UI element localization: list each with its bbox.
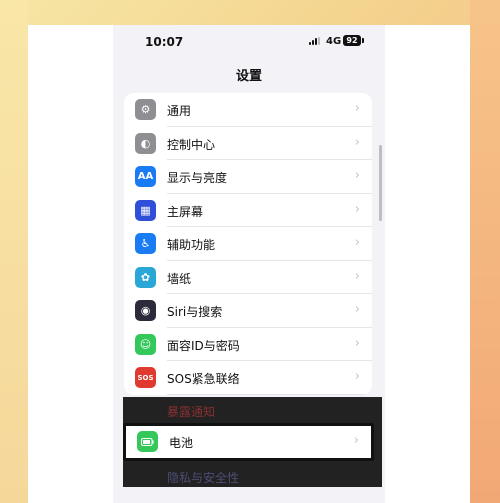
- home-screen-icon: ▦: [135, 199, 156, 221]
- network-label: 4G: [326, 36, 342, 47]
- sos-icon: SOS: [135, 367, 156, 388]
- settings-row-label: Siri与搜索: [167, 305, 223, 319]
- dimmed-row-above: 暴露通知: [167, 405, 216, 419]
- gear-icon: ⚙: [135, 99, 156, 120]
- control-center-icon: ◐: [135, 132, 156, 154]
- scrollbar[interactable]: [379, 145, 382, 221]
- chevron-right-icon: ›: [354, 101, 360, 116]
- settings-row-label: 墙纸: [167, 271, 192, 286]
- settings-row[interactable]: ⚙ 通用 ›: [124, 93, 372, 127]
- chevron-right-icon: ›: [354, 168, 360, 183]
- settings-row-label: 辅助功能: [167, 238, 216, 252]
- settings-row-label: SOS紧急联络: [167, 372, 240, 386]
- settings-row[interactable]: ◉ Siri与搜索 ›: [124, 294, 372, 328]
- settings-list: ⚙ 通用 › ◐ 控制中心 › AA 显示与亮度 › ▦ 主屏幕 › ♿ 辅助功能 › ✿ 墙纸 › ◉ Siri与搜…: [124, 93, 372, 395]
- background-left: [0, 0, 28, 503]
- settings-row[interactable]: SOS SOS紧急联络 ›: [124, 361, 372, 395]
- row-divider: [167, 393, 372, 395]
- display-brightness-icon: AA: [135, 166, 156, 187]
- signal-icon: [309, 37, 323, 45]
- chevron-right-icon: ›: [354, 268, 360, 284]
- settings-row-label: 面容ID与密码: [167, 338, 240, 353]
- face-id-icon: ☺: [135, 333, 156, 355]
- dimmed-row-below: 隐私与安全性: [167, 471, 240, 485]
- wallpaper-icon: ✿: [135, 266, 156, 288]
- chevron-right-icon: ›: [354, 302, 360, 317]
- settings-row-label: 主屏幕: [167, 204, 204, 219]
- settings-row[interactable]: ◐ 控制中心 ›: [124, 127, 372, 160]
- chevron-right-icon: ›: [354, 201, 360, 217]
- settings-row-battery[interactable]: 电池 ›: [123, 423, 374, 461]
- battery-level: 92: [343, 35, 361, 46]
- chevron-right-icon: ›: [354, 369, 360, 384]
- battery-tip-icon: [362, 38, 364, 43]
- settings-row[interactable]: ▦ 主屏幕 ›: [124, 194, 372, 227]
- battery-icon: [137, 431, 158, 452]
- chevron-right-icon: ›: [354, 134, 360, 150]
- chevron-right-icon: ›: [354, 235, 360, 250]
- chevron-right-icon: ›: [354, 335, 360, 351]
- page-title: 设置: [235, 69, 262, 84]
- settings-row[interactable]: ♿ 辅助功能 ›: [124, 227, 372, 261]
- settings-row[interactable]: ☺ 面容ID与密码 ›: [124, 328, 372, 361]
- battery-label: 电池: [169, 436, 194, 450]
- accessibility-icon: ♿: [135, 233, 156, 254]
- settings-row-label: 显示与亮度: [167, 171, 228, 185]
- status-bar: 10:07 4G 92: [113, 25, 385, 59]
- settings-row[interactable]: AA 显示与亮度 ›: [124, 160, 372, 194]
- siri-icon: ◉: [135, 300, 156, 321]
- background-right: [470, 0, 500, 503]
- settings-row[interactable]: ✿ 墙纸 ›: [124, 261, 372, 294]
- chevron-right-icon: ›: [353, 433, 359, 448]
- settings-row-label: 通用: [167, 104, 192, 118]
- settings-row-label: 控制中心: [167, 137, 216, 152]
- status-time: 10:07: [145, 35, 184, 49]
